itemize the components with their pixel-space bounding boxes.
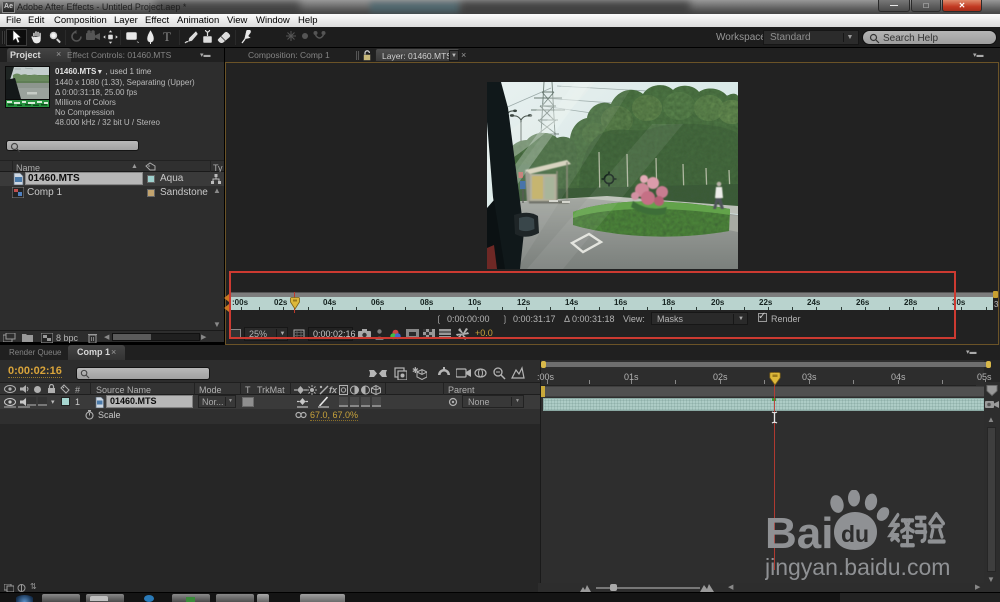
svg-text:T: T — [163, 30, 171, 43]
svg-text:Bai: Bai — [765, 509, 833, 558]
svg-text:du: du — [841, 521, 869, 547]
svg-text:jingyan.baidu.com: jingyan.baidu.com — [765, 554, 950, 580]
svg-text:✱: ✱ — [412, 366, 419, 375]
